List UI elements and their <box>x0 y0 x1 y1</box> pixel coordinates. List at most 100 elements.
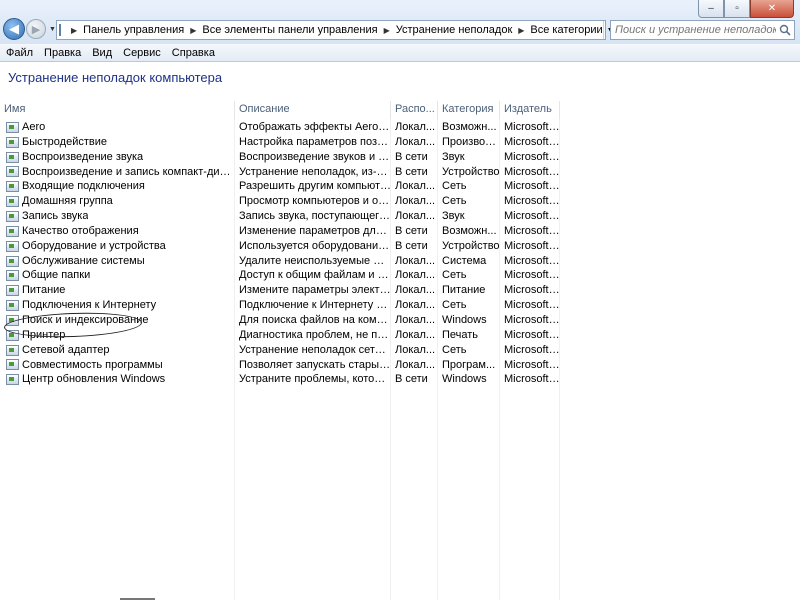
item-name-label: Входящие подключения <box>22 180 145 193</box>
item-location: Локал... <box>395 313 436 326</box>
item-name: Общие папки <box>0 268 235 283</box>
column-header-location[interactable]: Распо... <box>391 101 438 119</box>
item-category: Производ... <box>442 135 500 148</box>
item-location: Локал... <box>395 299 436 312</box>
item-name-label: Запись звука <box>22 210 89 223</box>
window-controls: – ▫ ✕ <box>698 0 794 18</box>
item-location: Локал... <box>395 135 436 148</box>
recent-pages-dropdown-icon[interactable]: ▼ <box>49 26 56 33</box>
search-box[interactable] <box>610 20 795 40</box>
item-publisher: Microsoft ... <box>504 343 560 356</box>
breadcrumb-item[interactable]: Устранение неполадок <box>396 24 513 36</box>
table-row[interactable]: Сетевой адаптер Устранение неполадок сете… <box>0 343 800 358</box>
breadcrumb-separator-icon[interactable]: ▶ <box>190 26 196 35</box>
item-publisher: Microsoft ... <box>504 195 560 208</box>
minimize-button[interactable]: – <box>698 0 724 18</box>
item-location: В сети <box>395 239 428 252</box>
table-row[interactable]: Общие папки Доступ к общим файлам и пап..… <box>0 268 800 283</box>
item-category: Печать <box>442 328 479 341</box>
item-publisher: Microsoft ... <box>504 180 560 193</box>
item-category: Устройство <box>442 239 500 252</box>
troubleshooter-icon <box>6 121 19 133</box>
back-button[interactable]: ◀ <box>3 18 25 40</box>
troubleshooter-icon <box>6 240 19 252</box>
table-row[interactable]: Обслуживание системы Удалите неиспользуем… <box>0 254 800 269</box>
item-name: Воспроизведение и запись компакт-дисков,… <box>0 165 235 180</box>
table-row[interactable]: Воспроизведение и запись компакт-дисков,… <box>0 165 800 180</box>
item-location: Локал... <box>395 180 436 193</box>
troubleshooter-icon <box>6 210 19 222</box>
menu-item[interactable]: Вид <box>86 47 117 59</box>
title-bar: – ▫ ✕ ◀ ▶ ▼ ▶ Панель управления ▶ Все элеме… <box>0 0 800 44</box>
item-publisher: Microsoft ... <box>504 299 560 312</box>
item-description: Доступ к общим файлам и пап... <box>239 269 391 282</box>
breadcrumb-separator-icon[interactable]: ▶ <box>71 26 77 35</box>
breadcrumb-item[interactable]: Все категории <box>530 24 602 36</box>
item-name: Питание <box>0 283 235 298</box>
item-publisher: Microsoft ... <box>504 373 560 386</box>
menu-item[interactable]: Справка <box>166 47 220 59</box>
menu-item[interactable]: Сервис <box>117 47 166 59</box>
column-header-publisher[interactable]: Издатель <box>500 101 560 119</box>
breadcrumb: ▶ Панель управления ▶ Все элементы панели у… <box>65 24 603 36</box>
troubleshooter-icon <box>6 255 19 267</box>
item-publisher: Microsoft ... <box>504 284 560 297</box>
item-location: Локал... <box>395 328 436 341</box>
table-row[interactable]: Совместимость программы Позволяет запуска… <box>0 358 800 373</box>
control-panel-icon <box>59 24 61 36</box>
close-button[interactable]: ✕ <box>750 0 794 18</box>
item-description: Позволяет запускать старые пр... <box>239 358 391 371</box>
maximize-button[interactable]: ▫ <box>724 0 750 18</box>
table-row[interactable]: Питание Измените параметры электроп... Лок… <box>0 283 800 298</box>
item-description: Изменение параметров для улу... <box>239 224 391 237</box>
item-category: Питание <box>442 284 486 297</box>
item-category: Возможн... <box>442 224 497 237</box>
item-name: Входящие подключения <box>0 179 235 194</box>
troubleshooter-icon <box>6 374 19 386</box>
item-publisher: Microsoft ... <box>504 313 560 326</box>
table-row[interactable]: Быстродействие Настройка параметров позво… <box>0 135 800 150</box>
search-input[interactable] <box>611 24 776 36</box>
item-category: Устройство <box>442 165 500 178</box>
item-publisher: Microsoft ... <box>504 210 560 223</box>
forward-button[interactable]: ▶ <box>26 19 46 39</box>
menu-bar: Файл Правка Вид Сервис Справка <box>0 44 800 62</box>
breadcrumb-item[interactable]: Все элементы панели управления <box>202 24 377 36</box>
item-description: Подключение к Интернету или ... <box>239 299 391 312</box>
table-row[interactable]: Домашняя группа Просмотр компьютеров и об… <box>0 194 800 209</box>
troubleshooter-icon <box>6 151 19 163</box>
item-name-label: Сетевой адаптер <box>22 343 110 356</box>
table-row[interactable]: Оборудование и устройства Используется об… <box>0 239 800 254</box>
troubleshooter-icon <box>6 344 19 356</box>
search-icon[interactable] <box>776 24 794 36</box>
column-header-category[interactable]: Категория <box>438 101 500 119</box>
column-header-description[interactable]: Описание <box>235 101 391 119</box>
table-row[interactable]: Входящие подключения Разрешить другим ком… <box>0 179 800 194</box>
column-header-name[interactable]: Имя <box>0 101 235 119</box>
item-location: В сети <box>395 373 428 386</box>
table-row[interactable]: Запись звука Запись звука, поступающего с… <box>0 209 800 224</box>
item-description: Устраните проблемы, которые ... <box>239 373 391 386</box>
table-row[interactable]: Центр обновления Windows Устраните пробле… <box>0 372 800 387</box>
item-category: Windows <box>442 373 487 386</box>
item-name-label: Подключения к Интернету <box>22 299 157 312</box>
table-row[interactable]: Aero Отображать эффекты Aero, так... Локал… <box>0 120 800 135</box>
item-name-label: Воспроизведение звука <box>22 150 144 163</box>
menu-item[interactable]: Правка <box>38 47 86 59</box>
breadcrumb-separator-icon[interactable]: ▶ <box>518 26 524 35</box>
item-location: Локал... <box>395 358 436 371</box>
item-publisher: Microsoft ... <box>504 135 560 148</box>
item-location: Локал... <box>395 195 436 208</box>
table-row[interactable]: Воспроизведение звука Воспроизведение зву… <box>0 150 800 165</box>
address-bar[interactable]: ▶ Панель управления ▶ Все элементы панели у… <box>56 20 631 40</box>
item-name-label: Домашняя группа <box>22 195 113 208</box>
breadcrumb-item[interactable]: Панель управления <box>83 24 184 36</box>
menu-item[interactable]: Файл <box>0 47 38 59</box>
item-publisher: Microsoft ... <box>504 150 560 163</box>
item-location: В сети <box>395 165 428 178</box>
breadcrumb-separator-icon[interactable]: ▶ <box>384 26 390 35</box>
item-location: Локал... <box>395 269 436 282</box>
table-row[interactable]: Качество отображения Изменение параметров… <box>0 224 800 239</box>
table-row[interactable]: Подключения к Интернету Подключение к Инт… <box>0 298 800 313</box>
column-headers: Имя Описание Распо... Категория Издатель <box>0 101 800 119</box>
